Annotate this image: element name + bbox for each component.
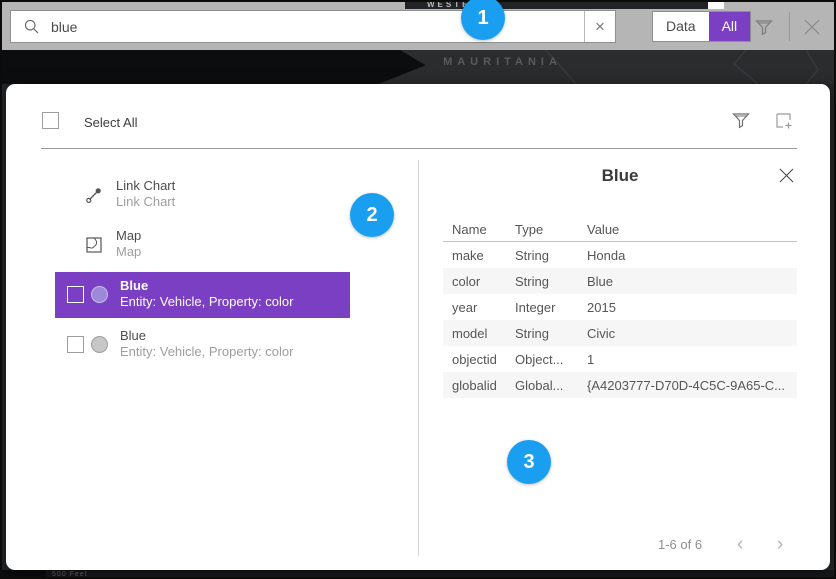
entity-dot-icon bbox=[91, 336, 108, 353]
column-header-value: Value bbox=[587, 222, 797, 237]
annotation-callout-2: 2 bbox=[350, 193, 394, 237]
select-all-checkbox[interactable] bbox=[42, 112, 59, 129]
result-item-blue[interactable]: Blue Entity: Vehicle, Property: color bbox=[6, 322, 418, 368]
result-title: Link Chart bbox=[116, 177, 175, 194]
cell-type: String bbox=[515, 274, 587, 289]
search-box: × bbox=[10, 10, 616, 43]
select-all-label: Select All bbox=[84, 115, 137, 130]
map-top-white-sliver bbox=[708, 0, 724, 9]
add-selection-icon[interactable] bbox=[773, 110, 794, 131]
cell-type: String bbox=[515, 248, 587, 263]
result-title: Blue bbox=[120, 277, 293, 294]
table-row: model String Civic bbox=[443, 320, 797, 346]
column-header-type: Type bbox=[515, 222, 587, 237]
map-label-mauritania: MAURITANIA bbox=[380, 56, 625, 68]
result-subtitle: Entity: Vehicle, Property: color bbox=[120, 294, 293, 310]
map-top-sliver: WESTER bbox=[405, 0, 708, 9]
cell-value: Blue bbox=[587, 274, 797, 289]
scope-toggle: Data All bbox=[652, 11, 751, 42]
search-results-panel: Select All Li bbox=[6, 84, 830, 570]
table-row: globalid Global... {A4203777-D70D-4C5C-9… bbox=[443, 372, 797, 398]
result-item-blue-selected[interactable]: Blue Entity: Vehicle, Property: color bbox=[55, 272, 350, 318]
scope-option-data[interactable]: Data bbox=[653, 12, 709, 41]
cell-value: 1 bbox=[587, 352, 797, 367]
result-checkbox[interactable] bbox=[67, 336, 84, 353]
search-icon bbox=[11, 18, 51, 35]
result-subtitle: Entity: Vehicle, Property: color bbox=[120, 344, 293, 360]
link-chart-icon bbox=[84, 185, 104, 205]
annotation-callout-3: 3 bbox=[507, 440, 551, 484]
map-background: MAURITANIA bbox=[0, 50, 836, 84]
cell-type: Object... bbox=[515, 352, 587, 367]
page-next-icon[interactable]: › bbox=[777, 534, 783, 556]
properties-table: Name Type Value make String Honda color … bbox=[443, 218, 797, 398]
table-row: color String Blue bbox=[443, 268, 797, 294]
filter-icon[interactable] bbox=[754, 17, 774, 37]
cell-value: Civic bbox=[587, 326, 797, 341]
map-ocean bbox=[0, 50, 430, 84]
cell-type: Integer bbox=[515, 300, 587, 315]
cell-name: objectid bbox=[443, 352, 515, 367]
search-toolbar: × Data All bbox=[2, 2, 834, 50]
cell-value: 2015 bbox=[587, 300, 797, 315]
result-title: Blue bbox=[120, 327, 293, 344]
result-checkbox[interactable] bbox=[67, 286, 84, 303]
pagination: 1-6 of 6 ‹ › bbox=[443, 534, 797, 556]
search-clear-button[interactable]: × bbox=[584, 11, 615, 42]
panel-divider bbox=[418, 160, 419, 556]
close-search-icon[interactable] bbox=[800, 15, 824, 39]
results-filter-icon[interactable] bbox=[731, 110, 751, 130]
cell-name: year bbox=[443, 300, 515, 315]
details-title: Blue bbox=[443, 166, 797, 186]
cell-value: {A4203777-D70D-4C5C-9A65-C... bbox=[587, 378, 797, 393]
cell-value: Honda bbox=[587, 248, 797, 263]
cell-name: color bbox=[443, 274, 515, 289]
cell-name: make bbox=[443, 248, 515, 263]
header-divider bbox=[41, 148, 797, 149]
cell-name: globalid bbox=[443, 378, 515, 393]
page-prev-icon[interactable]: ‹ bbox=[737, 534, 743, 556]
app-window: MAURITANIA WESTER 500 Feet × Data All bbox=[0, 0, 836, 579]
table-row: year Integer 2015 bbox=[443, 294, 797, 320]
page-range-label: 1-6 of 6 bbox=[658, 537, 702, 552]
entity-dot-icon bbox=[91, 286, 108, 303]
map-icon bbox=[84, 235, 104, 255]
map-bottom-ocean bbox=[0, 570, 46, 579]
cell-type: String bbox=[515, 326, 587, 341]
table-row: objectid Object... 1 bbox=[443, 346, 797, 372]
column-header-name: Name bbox=[443, 222, 515, 237]
table-header-row: Name Type Value bbox=[443, 218, 797, 241]
toolbar-divider bbox=[789, 12, 790, 41]
result-subtitle: Map bbox=[116, 244, 141, 260]
map-scale-label: 500 Feet bbox=[52, 571, 88, 578]
cell-name: model bbox=[443, 326, 515, 341]
result-subtitle: Link Chart bbox=[116, 194, 175, 210]
map-bottom-strip: 500 Feet bbox=[0, 570, 836, 579]
cell-type: Global... bbox=[515, 378, 587, 393]
details-close-icon[interactable] bbox=[777, 166, 796, 185]
result-title: Map bbox=[116, 227, 141, 244]
table-row: make String Honda bbox=[443, 242, 797, 268]
scope-option-all[interactable]: All bbox=[709, 12, 751, 41]
